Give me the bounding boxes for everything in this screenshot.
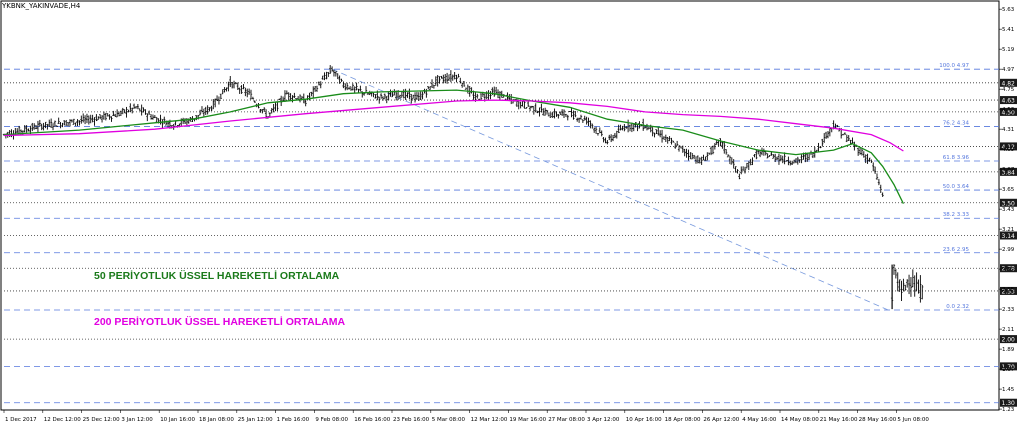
x-tick-label: 28 May 16:00	[859, 417, 897, 423]
chart-title: YKBNK_YAKINVADE,H4	[2, 2, 81, 10]
x-tick-label: 10 Jan 16:00	[160, 417, 195, 423]
x-tick-label: 12 Mar 12:00	[471, 417, 508, 423]
y-tick-label: 4.97	[1002, 67, 1015, 73]
y-tick-label: 4.09	[1002, 147, 1015, 153]
y-tick-label: 3.65	[1002, 187, 1015, 193]
x-tick-label: 27 Mar 08:00	[548, 417, 585, 423]
fib-label: 76.2 4.34	[943, 120, 970, 126]
y-tick-label: 5.19	[1002, 47, 1015, 53]
ema200-annotation: 200 PERİYOTLUK ÜSSEL HAREKETLİ ORTALAMA	[94, 315, 346, 328]
y-tick-label: 4.31	[1002, 127, 1014, 133]
fib-label: 100.0 4.97	[939, 63, 969, 69]
y-tick-label: 1.89	[1002, 347, 1015, 353]
y-tick-label: 4.75	[1002, 87, 1015, 93]
x-tick-label: 19 Mar 16:00	[509, 417, 546, 423]
x-tick-label: 18 Jan 08:00	[199, 417, 234, 423]
fib-label: 61.8 3.96	[943, 155, 970, 161]
y-tick-label: 2.99	[1002, 247, 1015, 253]
plot-area	[0, 0, 1000, 411]
x-tick-label: 14 May 08:00	[781, 417, 819, 423]
y-tick-label: 3.43	[1002, 207, 1015, 213]
fib-label: 38.2 3.33	[943, 212, 970, 218]
x-tick-label: 5 Mar 08:00	[432, 417, 466, 423]
y-tick-label: 2.77	[1002, 267, 1015, 273]
x-tick-label: 12 Dec 12:00	[44, 417, 81, 423]
fib-label: 0.0 2.32	[946, 304, 969, 310]
level-price-label: 4.63	[1002, 98, 1016, 105]
level-price-label: 2.00	[1002, 337, 1016, 344]
y-tick-label: 2.33	[1002, 307, 1015, 313]
x-tick-label: 1 Dec 2017	[5, 417, 37, 423]
x-tick-label: 26 Apr 12:00	[703, 417, 739, 423]
level-price-label: 3.14	[1002, 233, 1016, 240]
ema50-annotation: 50 PERİYOTLUK ÜSSEL HAREKETLİ ORTALAMA	[94, 270, 340, 283]
fib-label: 50.0 3.64	[943, 184, 970, 190]
y-tick-label: 5.63	[1002, 7, 1015, 13]
x-tick-label: 25 Jan 12:00	[238, 417, 273, 423]
x-tick-label: 10 Apr 16:00	[626, 417, 662, 423]
y-tick-label: 2.55	[1002, 287, 1015, 293]
y-tick-label: 3.87	[1002, 167, 1015, 173]
x-tick-label: 1 Feb 16:00	[277, 417, 310, 423]
y-tick-label: 2.11	[1002, 327, 1014, 333]
x-tick-label: 25 Dec 12:00	[83, 417, 120, 423]
y-tick-label: 1.23	[1002, 407, 1015, 413]
x-tick-label: 5 Jun 08:00	[897, 417, 929, 423]
y-tick-label: 5.41	[1002, 27, 1014, 33]
y-tick-label: 1.45	[1002, 387, 1015, 393]
x-tick-label: 4 May 16:00	[742, 417, 777, 423]
x-tick-label: 21 May 16:00	[820, 417, 858, 423]
y-tick-label: 3.21	[1002, 227, 1014, 233]
x-tick-label: 9 Feb 08:00	[315, 417, 348, 423]
x-tick-label: 16 Feb 16:00	[354, 417, 391, 423]
x-tick-label: 18 Apr 08:00	[665, 417, 701, 423]
x-tick-label: 3 Jan 12:00	[121, 417, 153, 423]
x-tick-label: 23 Feb 16:00	[393, 417, 430, 423]
x-tick-label: 3 Apr 12:00	[587, 417, 620, 423]
fib-label: 23.6 2.95	[943, 247, 970, 253]
price-chart[interactable]: 100.0 4.974.824.634.5076.2 4.344.1261.8 …	[0, 0, 1024, 427]
y-tick-label: 1.67	[1002, 367, 1015, 373]
y-tick-label: 4.53	[1002, 107, 1015, 113]
